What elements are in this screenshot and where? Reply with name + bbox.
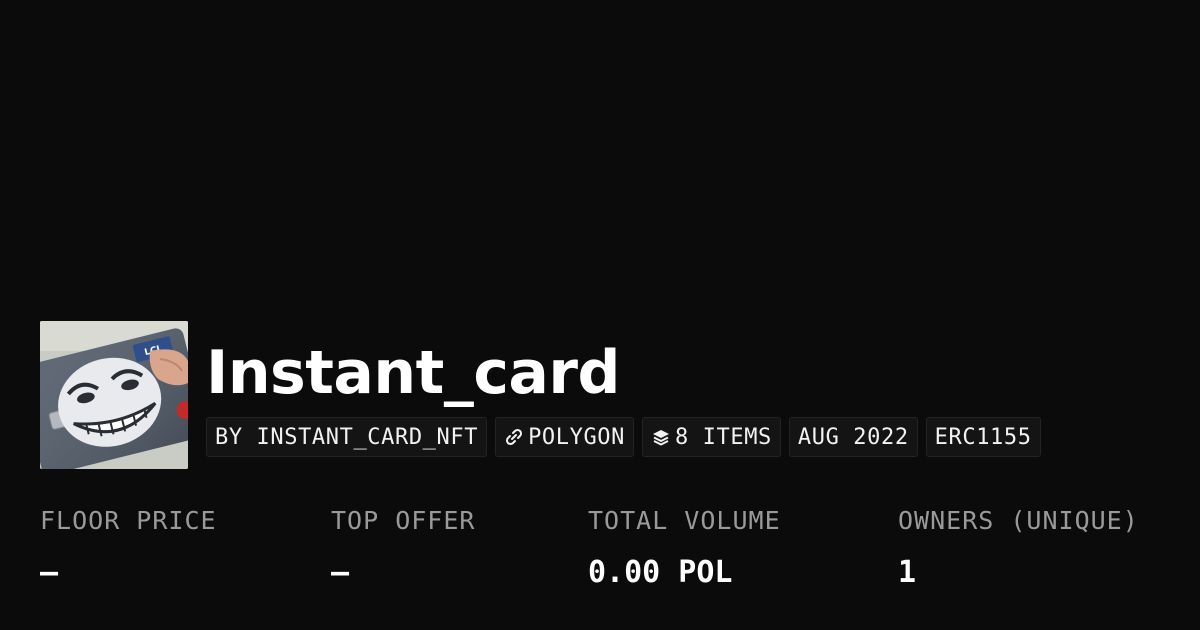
creator-chip[interactable]: BY INSTANT_CARD_NFT (206, 417, 488, 457)
total-volume-value: 0.00 POL (588, 555, 733, 590)
creator-label: BY INSTANT_CARD_NFT (215, 424, 479, 450)
stat-owners: OWNERS (UNIQUE) 1 (898, 506, 1139, 590)
top-offer-label: TOP OFFER (331, 506, 476, 535)
link-icon (506, 428, 523, 446)
collection-avatar-image: LCL (40, 321, 188, 469)
layers-icon (652, 430, 669, 446)
standard-chip: ERC1155 (925, 417, 1041, 457)
chain-label: POLYGON (528, 424, 625, 450)
items-chip[interactable]: 8 ITEMS (641, 417, 781, 457)
owners-label: OWNERS (UNIQUE) (898, 506, 1139, 535)
owners-value: 1 (898, 555, 917, 590)
stat-top-offer: TOP OFFER – (331, 506, 475, 590)
collection-meta-chips: BY INSTANT_CARD_NFT POLYGON 8 ITEMS AUG … (206, 417, 1041, 457)
total-volume-label: TOTAL VOLUME (588, 506, 781, 535)
date-label: AUG 2022 (797, 424, 909, 450)
title-block: Instant_card BY INSTANT_CARD_NFT POLYGON (206, 321, 1041, 457)
standard-label: ERC1155 (934, 424, 1032, 450)
floor-price-label: FLOOR PRICE (40, 506, 217, 535)
stat-floor-price: FLOOR PRICE – (40, 506, 217, 590)
collection-title: Instant_card (206, 338, 620, 408)
chain-chip[interactable]: POLYGON (495, 417, 634, 457)
stat-total-volume: TOTAL VOLUME 0.00 POL (588, 506, 781, 590)
date-chip: AUG 2022 (788, 417, 918, 457)
top-offer-value: – (331, 555, 350, 590)
floor-price-value: – (40, 555, 59, 590)
items-label: 8 ITEMS (674, 424, 772, 450)
collection-header: LCL (40, 321, 1041, 469)
